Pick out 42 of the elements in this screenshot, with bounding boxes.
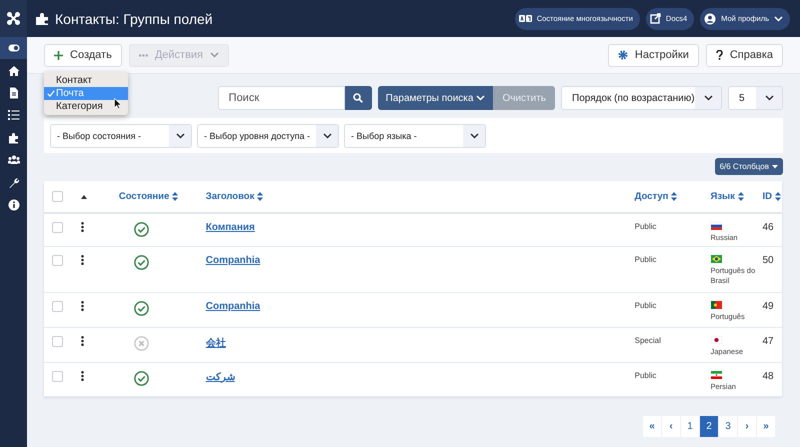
- search-field[interactable]: Поиск: [218, 86, 345, 110]
- create-button[interactable]: Создать: [44, 44, 122, 66]
- page-link[interactable]: 2: [700, 416, 719, 436]
- column-header[interactable]: Язык: [710, 191, 744, 202]
- filter-select[interactable]: - Выбор состояния -: [50, 124, 192, 148]
- id-value: 48: [762, 370, 774, 382]
- title-link[interactable]: Companhia: [206, 254, 260, 266]
- id-value: 46: [762, 222, 774, 233]
- title-link[interactable]: Companhia: [206, 300, 260, 312]
- filter-select[interactable]: - Выбор языка -: [344, 124, 486, 148]
- title-link[interactable]: Компания: [206, 222, 255, 233]
- access-level: Public: [634, 222, 656, 231]
- page-link[interactable]: «: [643, 416, 662, 436]
- menu-item[interactable]: Контакт: [44, 74, 128, 87]
- options-button[interactable]: Настройки: [608, 44, 699, 66]
- id-value: 50: [762, 254, 774, 266]
- access-level: Public: [634, 254, 656, 264]
- column-header[interactable]: Заголовок: [206, 191, 264, 202]
- column-header[interactable]: ID: [762, 191, 781, 202]
- page-link[interactable]: ›: [738, 416, 757, 436]
- ordering-select[interactable]: Порядок (по возрастанию): [561, 86, 722, 110]
- filter-select[interactable]: - Выбор уровня доступа -: [197, 124, 339, 148]
- access-level: Public: [634, 370, 656, 380]
- access-level: Public: [634, 300, 656, 310]
- page-link[interactable]: ‹: [662, 416, 681, 436]
- id-value: 47: [762, 336, 774, 346]
- column-header[interactable]: Доступ: [634, 191, 678, 202]
- limit-select[interactable]: 5: [728, 86, 783, 110]
- title-link[interactable]: شركت: [206, 372, 235, 382]
- page-title: Контакты: Группы полей: [55, 10, 214, 26]
- page-link[interactable]: »: [757, 416, 776, 436]
- page-link[interactable]: 3: [719, 416, 738, 436]
- help-button[interactable]: Справка: [706, 44, 783, 66]
- menu-item[interactable]: Категория: [44, 100, 128, 113]
- access-level: Special: [634, 336, 661, 344]
- menu-item[interactable]: Почта: [44, 87, 128, 100]
- id-value: 49: [762, 300, 774, 312]
- title-link[interactable]: 会社: [206, 338, 226, 348]
- filter-options-button[interactable]: Параметры поиска: [378, 86, 494, 110]
- column-header[interactable]: Состояние: [118, 191, 178, 202]
- columns-button[interactable]: 6/6 Столбцов: [714, 158, 783, 175]
- page-link[interactable]: 1: [681, 416, 700, 436]
